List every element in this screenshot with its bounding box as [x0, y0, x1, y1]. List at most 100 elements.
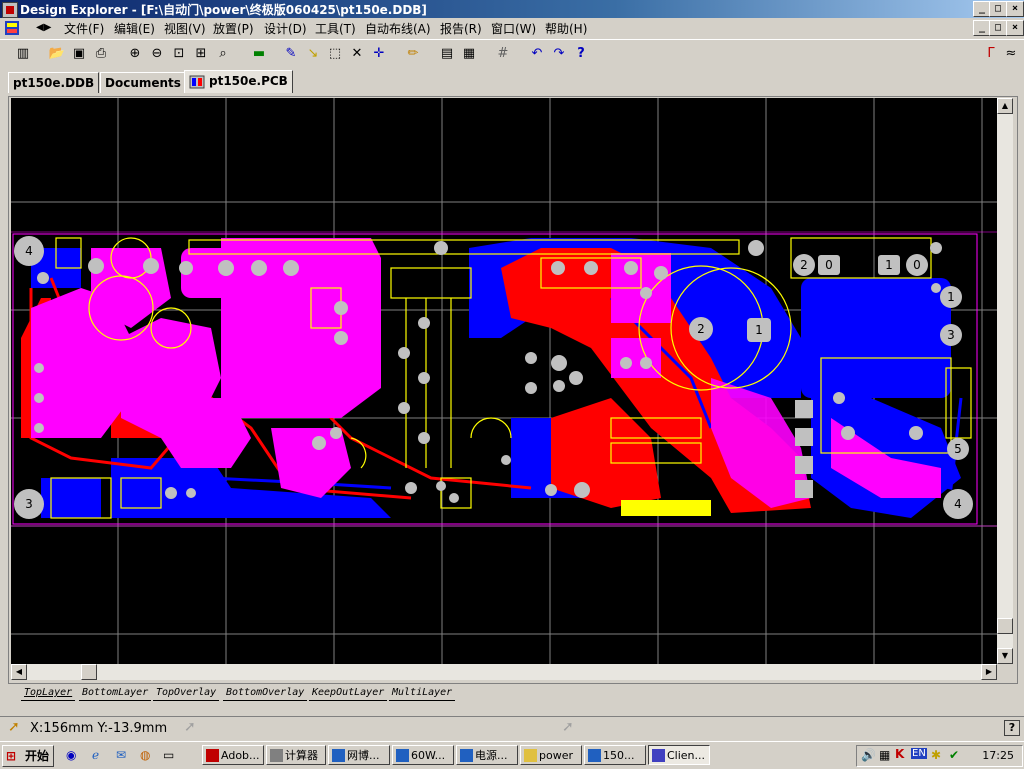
zoom-in-icon[interactable]: ⊕	[126, 45, 144, 63]
tab-pcb[interactable]: pt150e.PCB	[184, 70, 293, 93]
task-150[interactable]: 150...	[584, 745, 646, 765]
horizontal-scrollbar[interactable]: ◀ ▶	[11, 664, 997, 680]
cross-probe-icon[interactable]: ✎	[282, 45, 300, 63]
volume-icon[interactable]: 🔊	[861, 748, 876, 762]
zoom-area-icon[interactable]: ⊞	[192, 45, 210, 63]
layer-tab-topoverlay[interactable]: TopOverlay	[153, 686, 220, 701]
browser-icon	[332, 749, 345, 762]
document-icon[interactable]	[4, 20, 20, 36]
layer-tab-bottomoverlay[interactable]: BottomOverlay	[223, 686, 308, 701]
redo-icon[interactable]: ↷	[550, 45, 568, 63]
document-icon	[588, 749, 601, 762]
task-adobe[interactable]: Adob...	[202, 745, 264, 765]
browse-library-icon[interactable]: ▬	[250, 45, 268, 63]
tab-ddb[interactable]: pt150e.DDB	[8, 72, 100, 93]
quicklaunch-ie-icon[interactable]: ℯ	[92, 748, 99, 762]
scroll-down-icon[interactable]: ▼	[997, 648, 1013, 664]
start-button[interactable]: ⊞ 开始	[2, 745, 54, 767]
quicklaunch-media-icon[interactable]: ◉	[66, 748, 76, 762]
design-manager-icon[interactable]: ▥	[14, 45, 32, 63]
close-button[interactable]: ×	[1006, 1, 1024, 17]
menu-tools[interactable]: 工具(T)	[315, 20, 356, 37]
cursor-icon: ➚	[8, 719, 20, 735]
menu-file[interactable]: 文件(F)	[64, 20, 104, 37]
vertical-scroll-thumb[interactable]	[997, 618, 1013, 634]
task-calculator[interactable]: 计算器	[266, 745, 326, 765]
task-60w[interactable]: 60W...	[392, 745, 454, 765]
system-tray: 🔊 ▦ K EN ✱ ✔ 17:25	[856, 745, 1023, 767]
quicklaunch-firefox-icon[interactable]: ◍	[140, 748, 150, 762]
scroll-up-icon[interactable]: ▲	[997, 98, 1013, 114]
layer-tab-multilayer[interactable]: MultiLayer	[389, 686, 456, 701]
folder-icon	[524, 749, 537, 762]
menu-design[interactable]: 设计(D)	[264, 20, 307, 37]
doc-close-button[interactable]: ×	[1006, 20, 1024, 36]
layer-tabs: TopLayer BottomLayer TopOverlay BottomOv…	[11, 684, 1011, 702]
task-power-supply[interactable]: 电源...	[456, 745, 518, 765]
quicklaunch-desktop-icon[interactable]: ▭	[163, 748, 174, 762]
menu-autoroute[interactable]: 自动布线(A)	[365, 20, 431, 37]
grid-icon[interactable]: #	[494, 45, 512, 63]
client-icon	[652, 749, 665, 762]
library-icon[interactable]: ▤	[438, 45, 456, 63]
pcb-file-icon	[189, 75, 205, 89]
print-icon[interactable]: ⎙	[92, 45, 110, 63]
scroll-right-icon[interactable]: ▶	[981, 664, 997, 680]
help-status-icon[interactable]: ?	[1004, 720, 1020, 736]
maximize-button[interactable]: □	[989, 1, 1007, 17]
deselect-icon[interactable]: ✕	[348, 45, 366, 63]
layer-tab-toplayer[interactable]: TopLayer	[21, 686, 76, 701]
task-browser[interactable]: 网博...	[328, 745, 390, 765]
tab-documents[interactable]: Documents	[100, 72, 186, 93]
select-area-icon[interactable]: ⬚	[326, 45, 344, 63]
language-indicator[interactable]: EN	[911, 748, 927, 759]
calculator-icon	[270, 749, 283, 762]
pad-label: 1	[755, 323, 763, 337]
menu-view[interactable]: 视图(V)	[164, 20, 206, 37]
k-icon[interactable]: K	[895, 747, 904, 761]
app-icon[interactable]	[2, 2, 18, 18]
network-icon[interactable]: ▦	[879, 748, 890, 762]
pad-label: 2	[697, 322, 705, 336]
task-client[interactable]: Clien...	[648, 745, 710, 765]
task-power-folder[interactable]: power	[520, 745, 582, 765]
vertical-scrollbar[interactable]: ▲ ▼	[997, 98, 1013, 664]
menu-edit[interactable]: 编辑(E)	[114, 20, 155, 37]
scroll-left-icon[interactable]: ◀	[11, 664, 27, 680]
pad-label: 3	[947, 328, 955, 342]
tray-app-icon[interactable]: ✱	[931, 748, 941, 762]
zoom-out-icon[interactable]: ⊖	[148, 45, 166, 63]
layer-tab-keepoutlayer[interactable]: KeepOutLayer	[309, 686, 388, 701]
task-label: Adob...	[221, 749, 260, 762]
save-icon[interactable]: ▣	[70, 45, 88, 63]
place-track-icon[interactable]: Γ	[982, 45, 1000, 63]
menu-arrow-icon[interactable]: ◀▶	[36, 22, 51, 33]
zoom-last-icon[interactable]: ⌕	[214, 45, 232, 63]
help-icon[interactable]: ?	[572, 45, 590, 63]
silkscreen-block	[621, 500, 711, 516]
open-icon[interactable]: 📂	[48, 45, 66, 63]
menu-window[interactable]: 窗口(W)	[491, 20, 536, 37]
quicklaunch-outlook-icon[interactable]: ✉	[116, 748, 126, 762]
horizontal-scroll-thumb[interactable]	[81, 664, 97, 680]
doc-restore-button[interactable]: □	[989, 20, 1007, 36]
menu-reports[interactable]: 报告(R)	[440, 20, 482, 37]
component-icon[interactable]: ▦	[460, 45, 478, 63]
undo-icon[interactable]: ↶	[528, 45, 546, 63]
layer-tab-bottomlayer[interactable]: BottomLayer	[79, 686, 152, 701]
start-label: 开始	[25, 749, 50, 763]
pcb-drawing: 4 3 2 1 2 0 1 0 1 3 5 4	[11, 98, 997, 664]
security-icon[interactable]: ✔	[949, 748, 959, 762]
task-label: 电源...	[475, 749, 508, 762]
highlight-icon[interactable]: ✏	[404, 45, 422, 63]
move-icon[interactable]: ✛	[370, 45, 388, 63]
pad-label: 1	[947, 290, 955, 304]
clock: 17:25	[982, 749, 1014, 762]
interactive-route-icon[interactable]: ≈	[1002, 45, 1020, 63]
zoom-fit-icon[interactable]: ⊡	[170, 45, 188, 63]
menu-help[interactable]: 帮助(H)	[545, 20, 587, 37]
menu-place[interactable]: 放置(P)	[213, 20, 254, 37]
route-icon[interactable]: ↘	[304, 45, 322, 63]
document-icon	[460, 749, 473, 762]
pcb-canvas[interactable]: 4 3 2 1 2 0 1 0 1 3 5 4	[11, 98, 997, 664]
